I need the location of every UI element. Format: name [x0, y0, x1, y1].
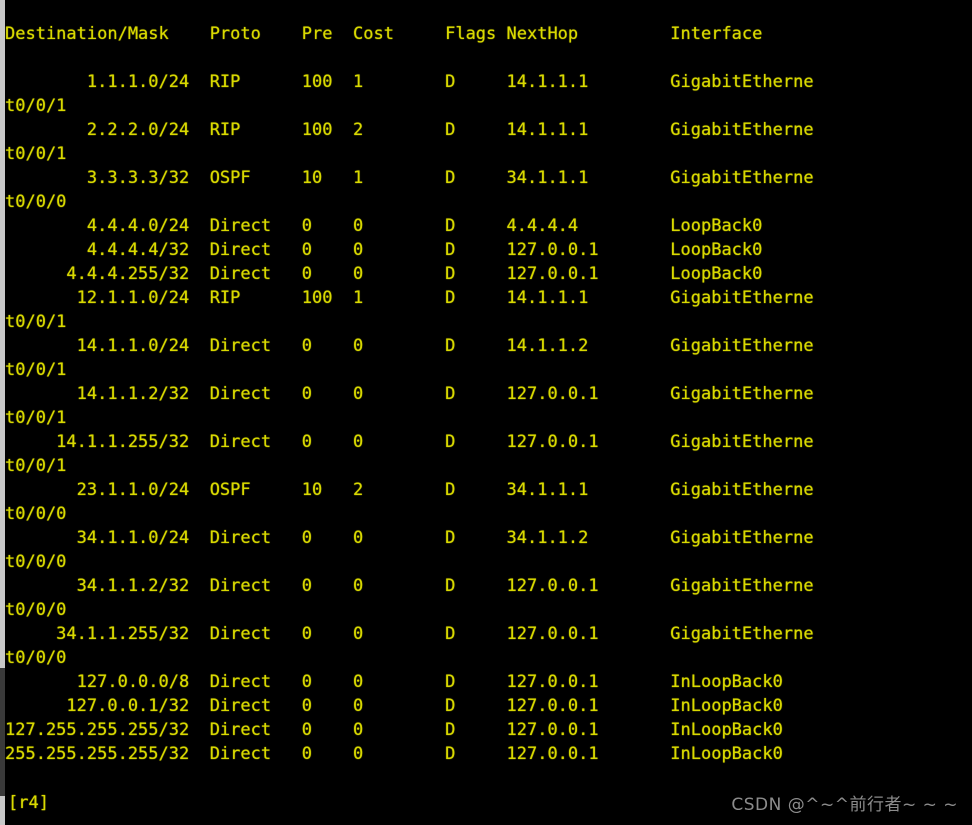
route-row-continuation: t0/0/1	[5, 360, 67, 380]
route-row-continuation: t0/0/1	[5, 456, 67, 476]
route-row-continuation: t0/0/1	[5, 144, 67, 164]
route-row: 255.255.255.255/32 Direct 0 0 D 127.0.0.…	[5, 744, 783, 764]
csdn-watermark: CSDN @^~^前行者~ ~ ~	[731, 795, 958, 815]
route-row-continuation: t0/0/1	[5, 312, 67, 332]
route-row: 4.4.4.4/32 Direct 0 0 D 127.0.0.1 LoopBa…	[5, 240, 763, 260]
route-row: 34.1.1.255/32 Direct 0 0 D 127.0.0.1 Gig…	[5, 624, 814, 644]
route-row: 4.4.4.255/32 Direct 0 0 D 127.0.0.1 Loop…	[5, 264, 763, 284]
route-row-continuation: t0/0/1	[5, 96, 67, 116]
route-row: 23.1.1.0/24 OSPF 10 2 D 34.1.1.1 Gigabit…	[5, 480, 814, 500]
route-row-continuation: t0/0/0	[5, 648, 67, 668]
vertical-scrollbar[interactable]	[0, 0, 5, 825]
route-row-continuation: t0/0/0	[5, 192, 67, 212]
route-row: 14.1.1.2/32 Direct 0 0 D 127.0.0.1 Gigab…	[5, 384, 814, 404]
route-row: 4.4.4.0/24 Direct 0 0 D 4.4.4.4 LoopBack…	[5, 216, 763, 236]
route-row: 34.1.1.0/24 Direct 0 0 D 34.1.1.2 Gigabi…	[5, 528, 814, 548]
route-row: 127.0.0.1/32 Direct 0 0 D 127.0.0.1 InLo…	[5, 696, 783, 716]
route-row: 14.1.1.0/24 Direct 0 0 D 14.1.1.2 Gigabi…	[5, 336, 814, 356]
command-prompt[interactable]: [r4]	[8, 793, 49, 813]
route-row-continuation: t0/0/0	[5, 552, 67, 572]
route-row-continuation: t0/0/1	[5, 408, 67, 428]
route-row-continuation: t0/0/0	[5, 600, 67, 620]
route-row-continuation: t0/0/0	[5, 504, 67, 524]
route-row: 14.1.1.255/32 Direct 0 0 D 127.0.0.1 Gig…	[5, 432, 814, 452]
route-row: 1.1.1.0/24 RIP 100 1 D 14.1.1.1 GigabitE…	[5, 72, 814, 92]
route-row: 127.0.0.0/8 Direct 0 0 D 127.0.0.1 InLoo…	[5, 672, 783, 692]
route-row: 12.1.1.0/24 RIP 100 1 D 14.1.1.1 Gigabit…	[5, 288, 814, 308]
route-row: 34.1.1.2/32 Direct 0 0 D 127.0.0.1 Gigab…	[5, 576, 814, 596]
route-row: 3.3.3.3/32 OSPF 10 1 D 34.1.1.1 GigabitE…	[5, 168, 814, 188]
terminal-window: Destination/Mask Proto Pre Cost Flags Ne…	[0, 0, 972, 825]
terminal-output-area[interactable]: Destination/Mask Proto Pre Cost Flags Ne…	[5, 0, 972, 825]
table-header-row: Destination/Mask Proto Pre Cost Flags Ne…	[5, 24, 763, 44]
route-row: 2.2.2.0/24 RIP 100 2 D 14.1.1.1 GigabitE…	[5, 120, 814, 140]
route-row: 127.255.255.255/32 Direct 0 0 D 127.0.0.…	[5, 720, 783, 740]
scrollbar-thumb[interactable]	[0, 668, 5, 796]
